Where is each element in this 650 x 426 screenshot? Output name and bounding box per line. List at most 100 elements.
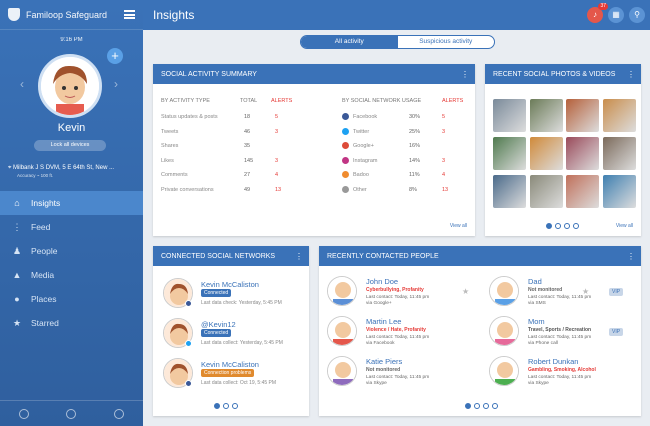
account-name[interactable]: @Kevin12 bbox=[201, 320, 236, 329]
photo-thumbnail[interactable] bbox=[493, 175, 526, 208]
card-title: CONNECTED SOCIAL NETWORKS bbox=[161, 252, 276, 260]
page-dot[interactable] bbox=[465, 403, 471, 409]
column-header: TOTAL bbox=[240, 98, 258, 104]
activity-total: 49 bbox=[244, 186, 251, 193]
contact-name[interactable]: Martin Lee bbox=[366, 317, 401, 326]
activity-alerts: 5 bbox=[275, 114, 279, 120]
star-icon[interactable]: ★ bbox=[582, 287, 589, 296]
network-name: Facebook bbox=[353, 113, 378, 120]
network-row: Facebook 30% 5 bbox=[342, 113, 472, 120]
sidebar-item-starred[interactable]: ★ Starred bbox=[0, 311, 143, 335]
activity-total: 145 bbox=[244, 157, 254, 164]
page-dot[interactable] bbox=[483, 403, 489, 409]
network-alerts: 4 bbox=[442, 172, 446, 178]
sidebar-item-media[interactable]: ▲ Media bbox=[0, 263, 143, 287]
photo-thumbnail[interactable] bbox=[493, 137, 526, 170]
contact-avatar[interactable] bbox=[327, 316, 357, 346]
page-dot[interactable] bbox=[223, 403, 229, 409]
child-avatar[interactable] bbox=[38, 54, 102, 118]
more-icon[interactable]: ⋮ bbox=[627, 70, 635, 79]
home-icon: ⌂ bbox=[14, 198, 20, 208]
photo-thumbnail[interactable] bbox=[566, 175, 599, 208]
contact-avatar[interactable] bbox=[489, 356, 519, 386]
power-icon[interactable] bbox=[114, 408, 125, 419]
card-header: SOCIAL ACTIVITY SUMMARY ⋮ bbox=[153, 64, 475, 84]
activity-alerts: 4 bbox=[275, 172, 279, 178]
photo-thumbnail[interactable] bbox=[602, 175, 636, 208]
chevron-left-icon[interactable]: ‹ bbox=[20, 77, 24, 91]
notification-badge: 37 bbox=[598, 3, 608, 10]
sidebar-item-insights[interactable]: ⌂ Insights bbox=[0, 191, 143, 215]
activity-alerts: 3 bbox=[275, 128, 279, 135]
photo-thumbnail[interactable] bbox=[529, 137, 563, 170]
contact-avatar[interactable] bbox=[327, 356, 357, 386]
view-all-link[interactable]: View all bbox=[616, 223, 633, 229]
page-dot[interactable] bbox=[232, 403, 238, 409]
add-child-button[interactable]: + bbox=[107, 48, 123, 64]
more-icon[interactable]: ⋮ bbox=[627, 252, 635, 261]
page-dot[interactable] bbox=[546, 223, 552, 229]
photo-thumbnail[interactable] bbox=[529, 99, 563, 132]
page-dot[interactable] bbox=[555, 223, 561, 229]
contact-name[interactable]: Dad bbox=[528, 277, 542, 286]
vip-badge[interactable]: VIP bbox=[609, 288, 624, 296]
contact-tags: Travel, Sports / Recreation bbox=[528, 327, 592, 333]
network-percent: 30% bbox=[409, 114, 421, 120]
activity-total: 46 bbox=[244, 128, 251, 135]
page-dot[interactable] bbox=[214, 403, 220, 409]
activity-name: Status updates & posts bbox=[161, 114, 218, 120]
page-dot[interactable] bbox=[564, 223, 570, 229]
page-dot[interactable] bbox=[492, 403, 498, 409]
search-button[interactable]: ⚲ bbox=[629, 7, 645, 23]
photo-thumbnail[interactable] bbox=[529, 175, 563, 208]
page-title: Insights bbox=[153, 8, 195, 22]
column-header: ALERTS bbox=[442, 98, 464, 104]
activity-row: Tweets 46 3 bbox=[161, 129, 301, 135]
contact-avatar[interactable] bbox=[489, 316, 519, 346]
recently-contacted-card: RECENTLY CONTACTED PEOPLE ⋮ John Doe Cyber… bbox=[319, 246, 641, 416]
chevron-right-icon[interactable]: › bbox=[114, 77, 118, 91]
more-icon[interactable]: ⋮ bbox=[295, 252, 303, 261]
media-icon: ▲ bbox=[12, 270, 22, 280]
activity-row: Status updates & posts 18 5 bbox=[161, 114, 301, 120]
calendar-button[interactable]: ▦ bbox=[608, 7, 624, 23]
photo-thumbnail[interactable] bbox=[602, 137, 636, 170]
contact-name[interactable]: Mom bbox=[528, 317, 545, 326]
sidebar-item-feed[interactable]: ⋮ Feed bbox=[0, 215, 143, 239]
contacts-pager bbox=[465, 403, 498, 409]
contact-name[interactable]: Katie Piers bbox=[366, 357, 402, 366]
photo-thumbnail[interactable] bbox=[493, 99, 526, 132]
contact-avatar[interactable] bbox=[489, 276, 519, 306]
lock-all-devices-button[interactable]: Lock all devices bbox=[34, 140, 106, 151]
account-name[interactable]: Kevin McCaliston bbox=[201, 360, 259, 369]
sidebar-item-places[interactable]: ● Places bbox=[0, 287, 143, 311]
connection-status: Connection problems bbox=[201, 369, 255, 377]
tab-suspicious-activity[interactable]: Suspicious activity bbox=[398, 36, 495, 48]
contact-tags: Gambling, Smoking, Alcohol bbox=[528, 367, 596, 373]
card-header: RECENT SOCIAL PHOTOS & VIDEOS ⋮ bbox=[485, 64, 641, 84]
photo-thumbnail[interactable] bbox=[602, 99, 636, 132]
contact-avatar[interactable] bbox=[327, 276, 357, 306]
more-icon[interactable]: ⋮ bbox=[461, 70, 469, 79]
connected-networks-card: CONNECTED SOCIAL NETWORKS ⋮ Kevin McCalis… bbox=[153, 246, 309, 416]
star-icon[interactable]: ★ bbox=[462, 287, 469, 296]
photo-thumbnail[interactable] bbox=[566, 137, 599, 170]
view-all-link[interactable]: View all bbox=[450, 223, 467, 229]
sidebar-item-people[interactable]: ♟ People bbox=[0, 239, 143, 263]
tab-all-activity[interactable]: All activity bbox=[301, 36, 398, 48]
vip-badge[interactable]: VIP bbox=[609, 328, 624, 336]
page-dot[interactable] bbox=[474, 403, 480, 409]
contact-name[interactable]: Robert Dunkan bbox=[528, 357, 578, 366]
contact-name[interactable]: John Doe bbox=[366, 277, 398, 286]
network-percent: 16% bbox=[409, 143, 421, 149]
settings-icon[interactable] bbox=[18, 408, 29, 419]
column-header: ALERTS bbox=[271, 98, 293, 104]
support-icon[interactable] bbox=[66, 408, 77, 419]
account-name[interactable]: Kevin McCaliston bbox=[201, 280, 259, 289]
page-dot[interactable] bbox=[573, 223, 579, 229]
photo-thumbnail[interactable] bbox=[566, 99, 599, 132]
menu-icon[interactable] bbox=[124, 10, 135, 19]
notifications-button[interactable]: ♪ 37 bbox=[587, 3, 608, 23]
activity-name: Comments bbox=[161, 172, 188, 178]
facebook-icon bbox=[185, 380, 192, 387]
